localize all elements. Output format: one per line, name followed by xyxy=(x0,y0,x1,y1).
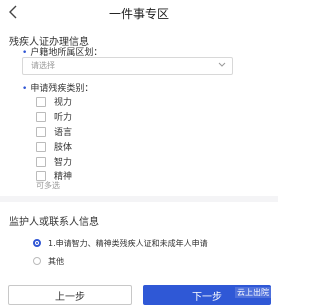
app-header: 一件事专区 xyxy=(0,0,278,26)
guardian-option-1[interactable]: 1.申请智力、精神类残疾人证和未成年人申请 xyxy=(33,238,273,250)
select-placeholder: 请选择 xyxy=(31,61,55,70)
required-mark: • xyxy=(22,84,28,94)
multi-select-hint: 可多选 xyxy=(36,181,60,190)
option-label: 听力 xyxy=(54,113,73,123)
checkbox[interactable] xyxy=(36,142,46,152)
checkbox[interactable] xyxy=(36,112,46,122)
disability-category-label-text: 申请残疾类别： xyxy=(30,84,94,94)
watermark-logo: 云上出院 xyxy=(235,287,271,298)
next-step-label: 下一步 xyxy=(192,291,222,303)
section-divider xyxy=(0,196,278,202)
radio-button[interactable] xyxy=(33,257,41,265)
guardian-option-2[interactable]: 其他 xyxy=(33,256,273,268)
radio-label: 1.申请智力、精神类残疾人证和未成年人申请 xyxy=(48,239,208,248)
radio-button-checked[interactable] xyxy=(33,239,41,247)
option-label: 智力 xyxy=(54,158,73,168)
disability-category-label: • 申请残疾类别： xyxy=(22,81,93,94)
radio-label: 其他 xyxy=(48,257,64,266)
prev-step-button[interactable]: 上一步 xyxy=(8,285,132,305)
option-label: 语言 xyxy=(54,128,73,138)
page-title: 一件事专区 xyxy=(108,7,169,21)
checkbox[interactable] xyxy=(36,157,46,167)
household-region-select[interactable]: 请选择 xyxy=(22,57,233,75)
option-label: 视力 xyxy=(54,98,73,108)
option-label: 肢体 xyxy=(54,143,73,153)
checkbox[interactable] xyxy=(36,97,46,107)
checkbox[interactable] xyxy=(36,127,46,137)
section-title-guardian: 监护人或联系人信息 xyxy=(9,217,99,228)
chevron-down-icon xyxy=(218,62,226,67)
